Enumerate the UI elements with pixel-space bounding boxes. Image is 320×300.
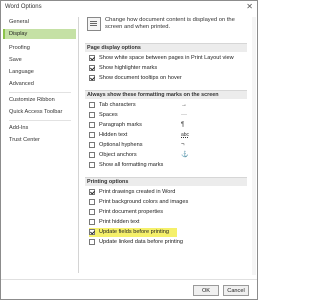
option-label: Hidden text: [99, 132, 128, 138]
sidebar-item-quick-access-toolbar[interactable]: Quick Access Toolbar: [3, 107, 76, 117]
sidebar-item-customize-ribbon[interactable]: Customize Ribbon: [3, 95, 76, 105]
space-mark-icon: ···: [181, 112, 187, 118]
checkbox[interactable]: [89, 162, 95, 168]
option-paragraph-marks[interactable]: Paragraph marks ¶: [89, 121, 245, 130]
pilcrow-icon: ¶: [181, 122, 185, 128]
checkbox[interactable]: [89, 55, 95, 61]
option-label: Object anchors: [99, 152, 137, 158]
checkbox[interactable]: [89, 65, 95, 71]
checkbox[interactable]: [89, 75, 95, 81]
option-spaces[interactable]: Spaces ···: [89, 111, 245, 120]
checkbox[interactable]: [89, 219, 95, 225]
options-sidebar: General Display Proofing Save Language A…: [1, 17, 79, 273]
option-update-fields-before-printing[interactable]: Update fields before printing: [89, 228, 177, 237]
sidebar-item-trust-center[interactable]: Trust Center: [3, 135, 76, 145]
anchor-icon: ⚓: [181, 152, 189, 158]
option-print-document-properties[interactable]: Print document properties: [89, 208, 245, 217]
option-print-hidden-text[interactable]: Print hidden text: [89, 218, 245, 227]
checkbox[interactable]: [89, 199, 95, 205]
option-label: Tab characters: [99, 102, 136, 108]
sidebar-divider: [9, 120, 71, 121]
option-label: Update fields before printing: [99, 229, 169, 235]
option-show-document-tooltips[interactable]: Show document tooltips on hover: [89, 74, 245, 83]
display-options-panel: Change how document content is displayed…: [81, 13, 251, 277]
option-label: Show document tooltips on hover: [99, 75, 182, 81]
checkbox[interactable]: [89, 132, 95, 138]
option-label: Print background colors and images: [99, 199, 189, 205]
dialog-footer: OK Cancel: [1, 279, 257, 299]
sidebar-item-proofing[interactable]: Proofing: [3, 43, 76, 53]
option-label: Spaces: [99, 112, 118, 118]
option-label: Paragraph marks: [99, 122, 142, 128]
tab-mark-icon: →: [181, 102, 187, 108]
option-hidden-text[interactable]: Hidden text abc: [89, 131, 245, 140]
panel-description: Change how document content is displayed…: [105, 17, 235, 30]
option-label: Optional hyphens: [99, 142, 143, 148]
section-title-formatting-marks: Always show these formatting marks on th…: [85, 90, 247, 99]
option-label: Show white space between pages in Print …: [99, 55, 234, 61]
checkbox[interactable]: [89, 189, 95, 195]
cancel-button[interactable]: Cancel: [223, 285, 249, 296]
window-title: Word Options: [5, 4, 42, 10]
checkbox[interactable]: [89, 102, 95, 108]
option-label: Print drawings created in Word: [99, 189, 176, 195]
sidebar-item-display[interactable]: Display: [3, 29, 76, 39]
checkbox[interactable]: [89, 229, 95, 235]
option-tab-characters[interactable]: Tab characters →: [89, 101, 245, 110]
vertical-scrollbar[interactable]: [252, 17, 256, 275]
checkbox[interactable]: [89, 112, 95, 118]
sidebar-divider: [9, 92, 71, 93]
optional-hyphen-icon: ¬: [181, 142, 185, 148]
ok-button[interactable]: OK: [193, 285, 219, 296]
sidebar-item-language[interactable]: Language: [3, 67, 76, 77]
checkbox[interactable]: [89, 239, 95, 245]
hidden-text-mark-icon: abc: [181, 132, 190, 138]
close-icon[interactable]: ✕: [246, 2, 253, 12]
section-title-page-display: Page display options: [85, 43, 247, 52]
option-show-white-space[interactable]: Show white space between pages in Print …: [89, 54, 245, 63]
title-bar: Word Options ✕: [1, 1, 257, 13]
checkbox[interactable]: [89, 209, 95, 215]
option-label: Show highlighter marks: [99, 65, 158, 71]
section-title-printing: Printing options: [85, 177, 247, 186]
option-print-background[interactable]: Print background colors and images: [89, 198, 245, 207]
word-options-dialog: Word Options ✕ General Display Proofing …: [0, 0, 258, 300]
display-settings-icon: [87, 17, 101, 31]
option-print-drawings[interactable]: Print drawings created in Word: [89, 188, 245, 197]
sidebar-item-general[interactable]: General: [3, 17, 76, 27]
option-label: Print hidden text: [99, 219, 140, 225]
option-update-linked-data[interactable]: Update linked data before printing: [89, 238, 245, 247]
option-label: Show all formatting marks: [99, 162, 164, 168]
option-show-all-formatting-marks[interactable]: Show all formatting marks: [89, 161, 245, 170]
sidebar-item-save[interactable]: Save: [3, 55, 76, 65]
checkbox[interactable]: [89, 152, 95, 158]
option-show-highlighter-marks[interactable]: Show highlighter marks: [89, 64, 245, 73]
option-label: Update linked data before printing: [99, 239, 183, 245]
panel-header: Change how document content is displayed…: [85, 15, 247, 37]
option-label: Print document properties: [99, 209, 164, 215]
option-object-anchors[interactable]: Object anchors ⚓: [89, 151, 245, 160]
sidebar-item-add-ins[interactable]: Add-Ins: [3, 123, 76, 133]
option-optional-hyphens[interactable]: Optional hyphens ¬: [89, 141, 245, 150]
checkbox[interactable]: [89, 142, 95, 148]
sidebar-item-advanced[interactable]: Advanced: [3, 79, 76, 89]
checkbox[interactable]: [89, 122, 95, 128]
